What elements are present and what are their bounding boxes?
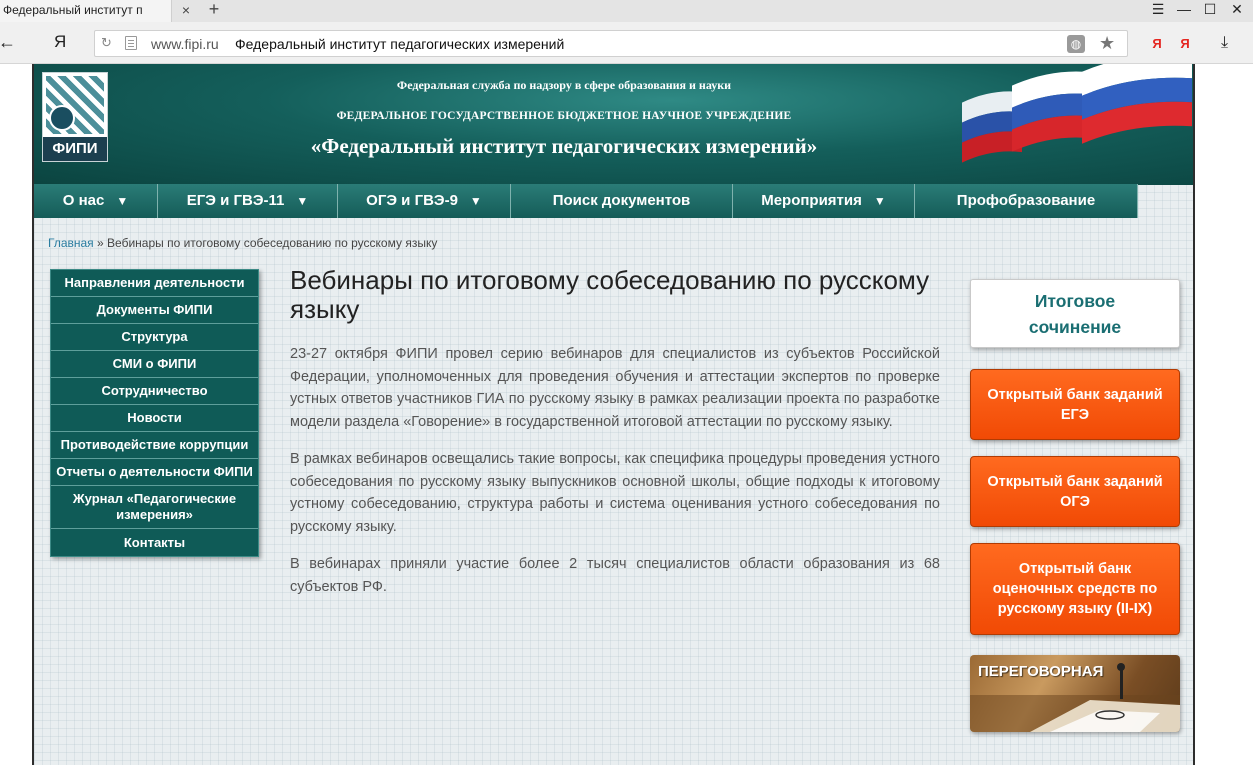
maximize-icon[interactable]: ☐ <box>1200 0 1220 20</box>
refresh-icon[interactable]: ↻ <box>101 35 115 51</box>
tab-fade <box>141 0 171 22</box>
nav-oge[interactable]: ОГЭ и ГВЭ-9 ▼ <box>338 184 511 218</box>
breadcrumb: Главная » Вебинары по итоговому собеседо… <box>48 236 437 250</box>
left-menu-item-media[interactable]: СМИ о ФИПИ <box>51 351 258 378</box>
left-menu: Направления деятельности Документы ФИПИ … <box>50 269 259 557</box>
nav-about-label: О нас <box>62 192 105 209</box>
fipi-logo[interactable]: ФИПИ <box>42 72 108 162</box>
oge-task-bank-button[interactable]: Открытый банк заданий ОГЭ <box>970 456 1180 527</box>
left-menu-item-structure[interactable]: Структура <box>51 324 258 351</box>
left-menu-item-directions[interactable]: Направления деятельности <box>51 270 258 297</box>
nav-ege[interactable]: ЕГЭ и ГВЭ-11 ▼ <box>158 184 338 218</box>
page-icon <box>125 36 137 50</box>
yandex-home-button[interactable]: Я <box>54 32 68 52</box>
final-essay-label: Итоговое сочинение <box>1028 290 1122 337</box>
article-paragraph: В вебинарах приняли участие более 2 тыся… <box>290 556 940 595</box>
left-menu-item-reports[interactable]: Отчеты о деятельности ФИПИ <box>51 459 258 486</box>
breadcrumb-current: Вебинары по итоговому собеседованию по р… <box>107 236 438 250</box>
left-menu-item-documents[interactable]: Документы ФИПИ <box>51 297 258 324</box>
russian-assessment-bank-button[interactable]: Открытый банк оценочных средств по русск… <box>970 543 1180 635</box>
bookmark-star-icon[interactable]: ★ <box>1099 33 1115 53</box>
yandex-extension-icon[interactable]: Я <box>1147 34 1167 54</box>
breadcrumb-home-link[interactable]: Главная <box>48 236 94 250</box>
ege-task-bank-label: Открытый банк заданий ЕГЭ <box>987 386 1163 423</box>
logo-text: ФИПИ <box>43 137 107 161</box>
nav-events[interactable]: Мероприятия ▼ <box>733 184 915 218</box>
breadcrumb-separator: » <box>93 236 108 250</box>
negotiation-room-banner[interactable]: ПЕРЕГОВОРНАЯ <box>970 655 1180 732</box>
main-navigation: О нас ▼ ЕГЭ и ГВЭ-11 ▼ ОГЭ и ГВЭ-9 ▼ Поиск … <box>34 184 1138 218</box>
negotiation-room-label: ПЕРЕГОВОРНАЯ <box>978 663 1104 680</box>
address-bar: ← Я ↻ www.fipi.ru Федеральный институт п… <box>0 22 1253 64</box>
page-title: Вебинары по итоговому собеседованию по р… <box>290 265 930 324</box>
final-essay-button[interactable]: Итоговое сочинение <box>970 279 1180 348</box>
nav-events-label: Мероприятия <box>761 192 862 209</box>
header-institution-type: ФЕДЕРАЛЬНОЕ ГОСУДАРСТВЕННОЕ БЮДЖЕТНОЕ НА… <box>336 110 792 122</box>
nav-document-search-label: Поиск документов <box>552 192 691 209</box>
header-institute-name: «Федеральный институт педагогических изм… <box>310 134 818 158</box>
chevron-down-icon: ▼ <box>873 194 886 208</box>
nav-ege-label: ЕГЭ и ГВЭ-11 <box>186 192 285 209</box>
chevron-down-icon: ▼ <box>116 194 129 208</box>
ege-task-bank-button[interactable]: Открытый банк заданий ЕГЭ <box>970 369 1180 440</box>
close-window-icon[interactable]: ✕ <box>1227 0 1247 20</box>
url-field[interactable]: ↻ www.fipi.ru Федеральный институт педаг… <box>94 30 1128 57</box>
logo-circle <box>49 105 75 131</box>
nav-document-search[interactable]: Поиск документов <box>511 184 733 218</box>
nav-vocational-label: Профобразование <box>956 192 1096 209</box>
url-page-title: Федеральный институт педагогических изме… <box>235 36 565 52</box>
flag-front <box>1082 64 1192 144</box>
left-menu-item-news[interactable]: Новости <box>51 405 258 432</box>
oge-task-bank-label: Открытый банк заданий ОГЭ <box>987 473 1163 510</box>
article-paragraph: 23-27 октября ФИПИ провел серию вебинаро… <box>290 346 940 430</box>
download-icon[interactable]: ⤓ <box>1221 33 1228 53</box>
russian-assessment-bank-label: Открытый банк оценочных средств по русск… <box>992 561 1158 617</box>
url-domain: www.fipi.ru <box>151 36 219 52</box>
tab-close-icon[interactable]: × <box>178 0 194 22</box>
chevron-down-icon: ▼ <box>469 194 482 208</box>
left-menu-item-contacts[interactable]: Контакты <box>51 529 258 556</box>
flag-middle <box>1012 71 1092 152</box>
menu-icon[interactable]: ☰ <box>1148 0 1168 20</box>
left-menu-item-journal[interactable]: Журнал «Педагогические измерения» <box>51 486 258 529</box>
russian-flags-image <box>962 64 1192 163</box>
translate-globe-icon[interactable]: ◍ <box>1067 35 1085 53</box>
site-header: ФИПИ Федеральная служба по надзору в сфе… <box>34 64 1193 185</box>
new-tab-icon[interactable]: + <box>204 0 224 22</box>
site-container: ФИПИ Федеральная служба по надзору в сфе… <box>32 64 1195 765</box>
nav-vocational[interactable]: Профобразование <box>915 184 1138 218</box>
back-arrow-icon[interactable]: ← <box>0 32 16 52</box>
header-agency: Федеральная служба по надзору в сфере об… <box>396 78 732 92</box>
left-menu-item-cooperation[interactable]: Сотрудничество <box>51 378 258 405</box>
browser-tab-bar: Федеральный институт п × + ☰ — ☐ ✕ <box>0 0 1253 22</box>
yandex-mail-extension-icon[interactable]: Я <box>1175 34 1195 54</box>
left-menu-item-anticorruption[interactable]: Противодействие коррупции <box>51 432 258 459</box>
browser-tab-title: Федеральный институт п <box>3 3 143 17</box>
article-paragraph: В рамках вебинаров освещались такие вопр… <box>290 451 940 535</box>
page-viewport: ФИПИ Федеральная служба по надзору в сфе… <box>0 64 1253 765</box>
nav-about[interactable]: О нас ▼ <box>34 184 158 218</box>
browser-tab[interactable]: Федеральный институт п <box>0 0 172 22</box>
minimize-icon[interactable]: — <box>1174 0 1194 20</box>
nav-oge-label: ОГЭ и ГВЭ-9 <box>366 192 458 209</box>
chevron-down-icon: ▼ <box>296 194 309 208</box>
article: Вебинары по итоговому собеседованию по р… <box>290 266 940 598</box>
